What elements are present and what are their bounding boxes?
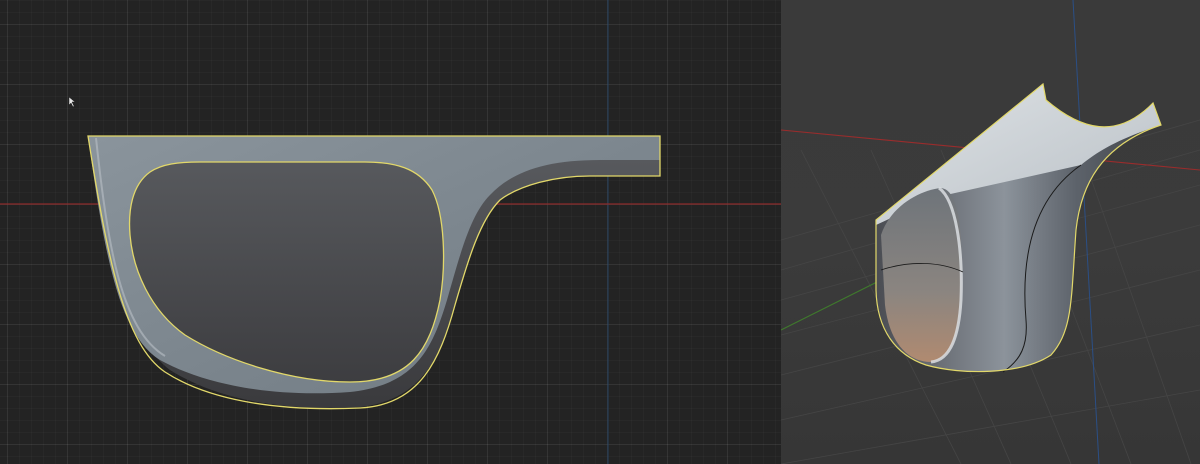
arrow-pointer-icon <box>68 96 76 108</box>
blender-split-viewport <box>0 0 1200 464</box>
perspective-canvas <box>781 0 1200 464</box>
z-axis-line <box>1072 0 1100 464</box>
ortho-canvas <box>0 0 781 464</box>
glasses-frame-mesh[interactable] <box>875 82 1162 373</box>
user-perspective-viewport[interactable] <box>781 0 1200 464</box>
front-orthographic-viewport[interactable] <box>0 0 781 464</box>
